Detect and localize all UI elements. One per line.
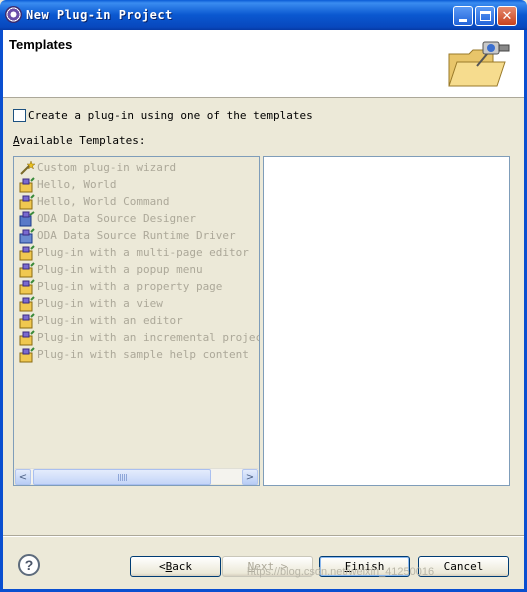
minimize-icon — [459, 18, 467, 22]
use-template-label: Create a plug-in using one of the templa… — [28, 109, 313, 122]
scroll-right-icon: > — [245, 471, 255, 483]
plugin-template-icon — [19, 193, 35, 210]
template-item[interactable]: Plug-in with a popup menu — [19, 261, 203, 278]
template-label: ODA Data Source Runtime Driver — [37, 229, 236, 242]
back-arrow: < — [158, 560, 166, 573]
back-mnemonic: B — [165, 560, 173, 573]
plugin-template-icon — [19, 346, 35, 363]
template-item[interactable]: Plug-in with a property page — [19, 278, 222, 295]
template-label: Hello, World — [37, 178, 117, 191]
use-template-checkbox[interactable] — [13, 109, 26, 122]
horizontal-scrollbar[interactable]: < > — [15, 468, 258, 485]
wizard-wand-icon — [19, 159, 36, 176]
plugin-template-icon — [19, 312, 35, 329]
help-icon: ? — [24, 557, 34, 573]
eclipse-icon — [5, 6, 22, 23]
plugin-template-icon — [19, 261, 35, 278]
template-label: Custom plug-in wizard — [37, 161, 177, 174]
plugin-template-icon — [19, 278, 35, 295]
button-bar-separator — [3, 535, 524, 537]
template-item[interactable]: Hello, World — [19, 176, 116, 193]
title-bar[interactable]: New Plug-in Project ✕ — [0, 0, 527, 30]
template-item[interactable]: ODA Data Source Designer — [19, 210, 196, 227]
template-label: Plug-in with a popup menu — [37, 263, 203, 276]
back-label: ack — [172, 560, 193, 573]
template-label: Hello, World Command — [37, 195, 170, 208]
template-item[interactable]: ODA Data Source Runtime Driver — [19, 227, 236, 244]
scroll-thumb[interactable] — [33, 469, 211, 485]
watermark-text: https://blog.csdn.net/weixin_41250016 — [247, 566, 435, 578]
window-frame-left — [0, 30, 3, 592]
close-icon: ✕ — [501, 8, 513, 24]
close-button[interactable]: ✕ — [497, 6, 517, 26]
available-templates-label: Available Templates: — [13, 134, 145, 147]
template-label: Plug-in with an incremental project b — [37, 331, 260, 344]
help-button[interactable]: ? — [18, 554, 40, 576]
oda-runtime-icon — [19, 227, 35, 244]
plugin-folder-icon — [448, 41, 510, 87]
scroll-right-button[interactable]: > — [242, 469, 258, 485]
template-label: Plug-in with a view — [37, 297, 163, 310]
template-label: Plug-in with an editor — [37, 314, 183, 327]
scroll-left-button[interactable]: < — [15, 469, 31, 485]
plugin-template-icon — [19, 244, 35, 261]
use-template-checkbox-row[interactable]: Create a plug-in using one of the templa… — [13, 109, 313, 122]
minimize-button[interactable] — [453, 6, 473, 26]
template-label: ODA Data Source Designer — [37, 212, 196, 225]
available-templates-text: vailable Templates: — [19, 134, 146, 147]
template-item[interactable]: Custom plug-in wizard — [19, 159, 176, 176]
template-item[interactable]: Plug-in with a view — [19, 295, 163, 312]
window-title: New Plug-in Project — [26, 8, 173, 22]
template-item[interactable]: Plug-in with an incremental project b — [19, 329, 260, 346]
wizard-banner: Templates — [3, 30, 524, 98]
scroll-left-icon: < — [18, 471, 28, 483]
grip-icon — [118, 474, 128, 481]
available-templates-mnemonic: A — [13, 134, 20, 147]
plugin-template-icon — [19, 295, 35, 312]
template-label: Plug-in with sample help content — [37, 348, 249, 361]
back-button[interactable]: < Back — [130, 556, 221, 577]
cancel-label: Cancel — [443, 560, 484, 573]
maximize-button[interactable] — [475, 6, 495, 26]
template-label: Plug-in with a property page — [37, 280, 223, 293]
template-item[interactable]: Plug-in with an editor — [19, 312, 183, 329]
plugin-template-icon — [19, 176, 35, 193]
plugin-template-icon — [19, 329, 35, 346]
oda-designer-icon — [19, 210, 35, 227]
template-item[interactable]: Plug-in with sample help content — [19, 346, 249, 363]
page-title: Templates — [9, 37, 73, 52]
template-item[interactable]: Hello, World Command — [19, 193, 169, 210]
template-label: Plug-in with a multi-page editor — [37, 246, 249, 259]
templates-list[interactable]: Plug-in with sample help content Plug-in … — [13, 156, 260, 486]
template-item[interactable]: Plug-in with a multi-page editor — [19, 244, 249, 261]
maximize-icon — [479, 11, 491, 21]
template-description-panel — [263, 156, 510, 486]
